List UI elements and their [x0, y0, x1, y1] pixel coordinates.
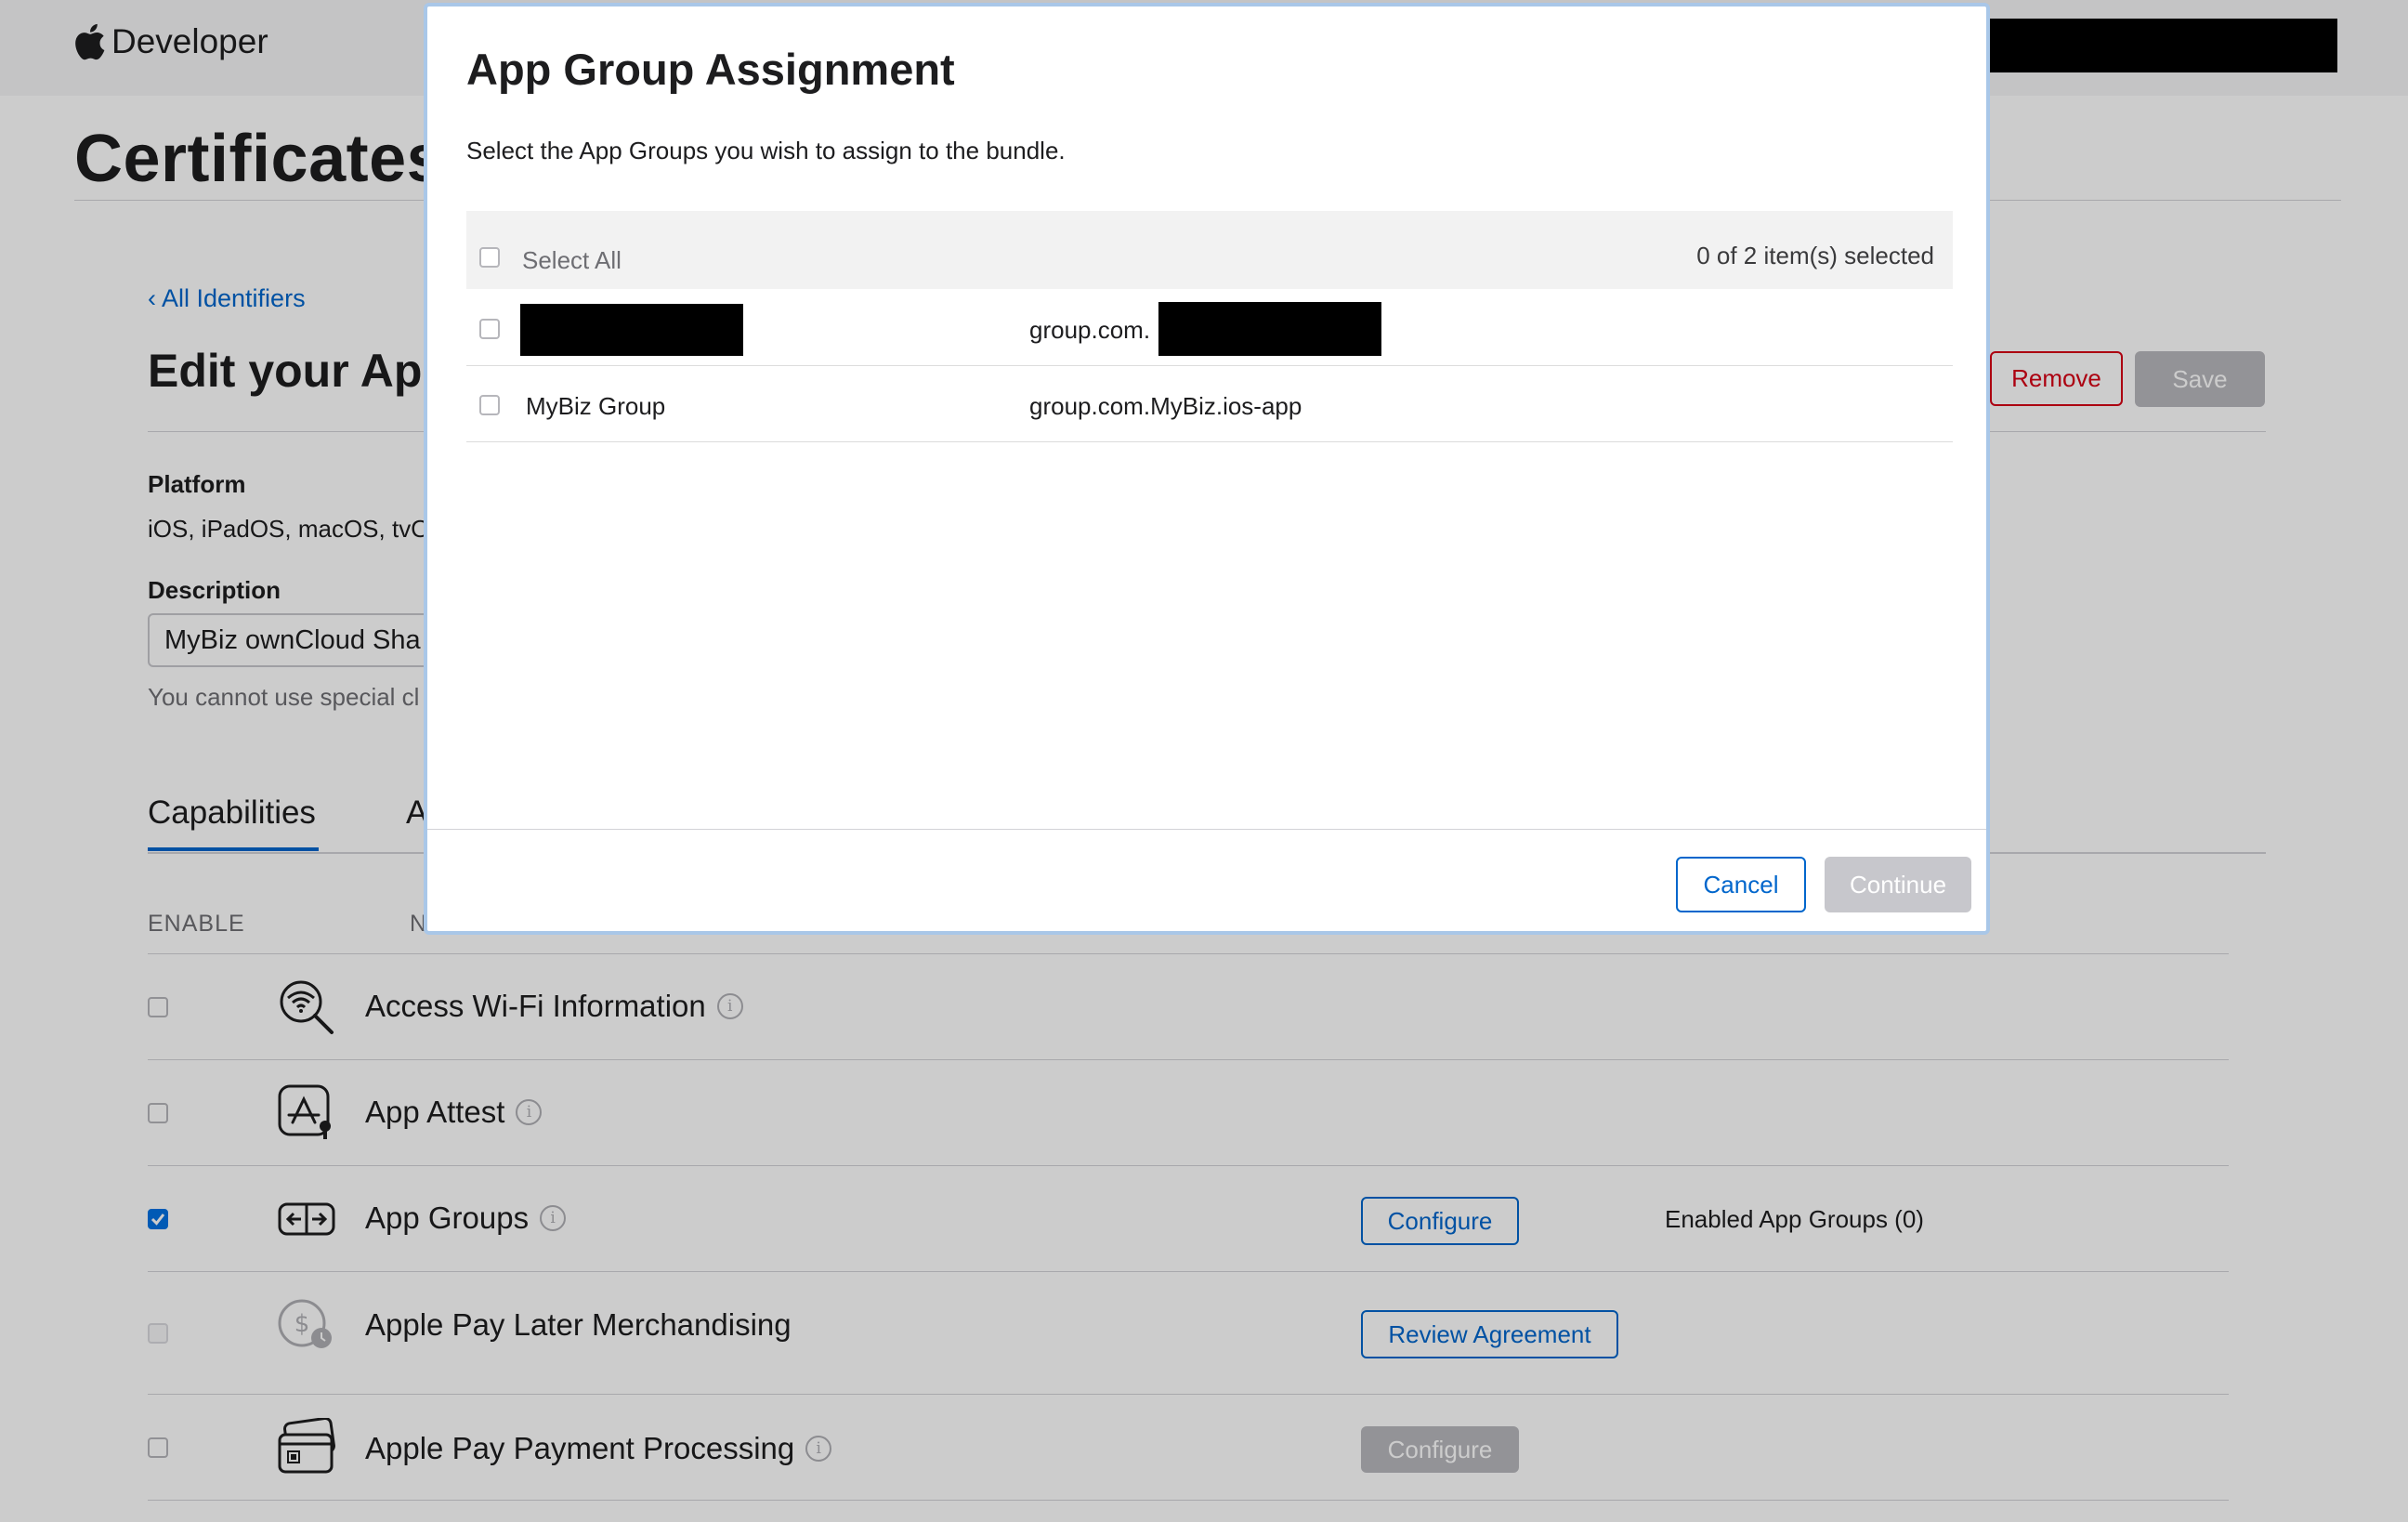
- table-row: group.com.: [466, 291, 1953, 366]
- group-name: MyBiz Group: [526, 392, 666, 420]
- dialog-subtitle: Select the App Groups you wish to assign…: [466, 137, 1066, 164]
- app-group-assignment-dialog: App Group Assignment Select the App Grou…: [424, 3, 1990, 935]
- select-all-label[interactable]: Select All: [522, 246, 622, 275]
- selection-count: 0 of 2 item(s) selected: [1696, 242, 1934, 269]
- continue-button[interactable]: Continue: [1825, 857, 1971, 912]
- redacted-group-identifier: [1158, 302, 1381, 356]
- cancel-button[interactable]: Cancel: [1676, 857, 1806, 912]
- row-checkbox[interactable]: [479, 319, 500, 339]
- row-checkbox[interactable]: [479, 395, 500, 415]
- group-identifier: group.com.MyBiz.ios-app: [1029, 392, 1302, 420]
- group-identifier: group.com.: [1029, 316, 1151, 344]
- dialog-title: App Group Assignment: [466, 45, 955, 94]
- select-all-checkbox[interactable]: [479, 247, 500, 268]
- table-row: MyBiz Group group.com.MyBiz.ios-app: [466, 367, 1953, 442]
- divider: [427, 829, 1986, 830]
- redacted-group-name: [520, 304, 743, 356]
